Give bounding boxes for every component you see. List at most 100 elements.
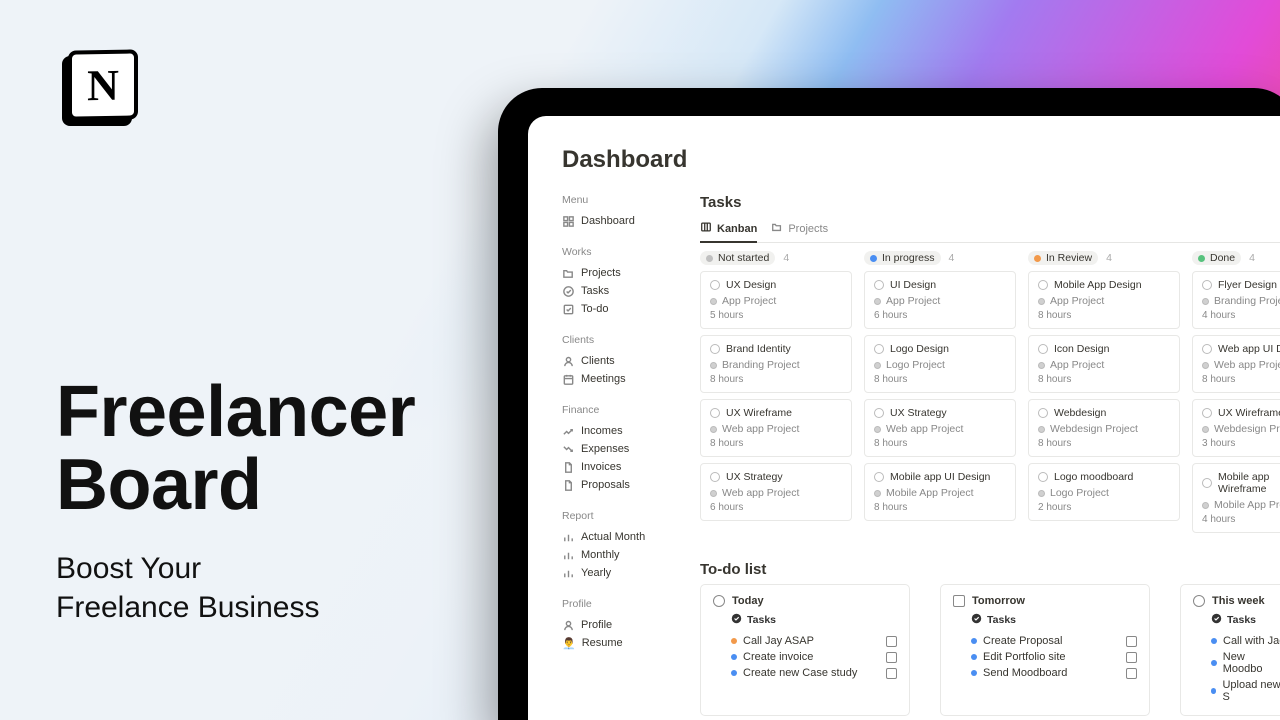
card-hours: 8 hours xyxy=(1202,374,1280,385)
todo-group-this-week[interactable]: This week Tasks Call with JacNew MoodboUpl… xyxy=(1180,584,1280,716)
todo-subheading: Tasks xyxy=(1193,613,1280,627)
task-radio-icon xyxy=(874,344,884,354)
todo-group-label: Today xyxy=(732,595,764,607)
todo-task[interactable]: Upload new S xyxy=(1193,677,1280,705)
checkbox-icon[interactable] xyxy=(886,652,897,663)
todo-group-today[interactable]: TodayTasksCall Jay ASAPCreate invoiceCre… xyxy=(700,584,910,716)
tab-projects[interactable]: Projects xyxy=(771,217,828,242)
project-dot-icon xyxy=(710,362,717,369)
kanban-card[interactable]: Flyer DesignBranding Project4 hours xyxy=(1192,271,1280,329)
sidebar-item-profile[interactable]: Profile xyxy=(562,616,660,634)
sidebar-item-dashboard[interactable]: Dashboard xyxy=(562,212,660,230)
kanban-card[interactable]: Logo DesignLogo Project8 hours xyxy=(864,335,1016,393)
task-radio-icon xyxy=(1202,344,1212,354)
todo-group-title: Today xyxy=(713,595,897,607)
status-badge: Not started xyxy=(700,251,775,265)
checkbox-icon[interactable] xyxy=(886,636,897,647)
kanban-card[interactable]: Mobile app UI DesignMobile App Project8 … xyxy=(864,463,1016,521)
card-project: Web app Project xyxy=(1214,359,1280,371)
sidebar-item-expenses[interactable]: Expenses xyxy=(562,440,660,458)
card-project: Web app Project xyxy=(722,487,799,499)
sidebar-item-label: Incomes xyxy=(581,425,623,437)
bar-chart-icon xyxy=(562,567,575,580)
card-project: Logo Project xyxy=(1050,487,1109,499)
kanban-card[interactable]: UX StrategyWeb app Project6 hours xyxy=(700,463,852,521)
sidebar-item-invoices[interactable]: Invoices xyxy=(562,458,660,476)
sidebar-item-to-do[interactable]: To-do xyxy=(562,300,660,318)
todo-group-tomorrow[interactable]: TomorrowTasksCreate ProposalEdit Portfol… xyxy=(940,584,1150,716)
todo-task[interactable]: Create invoice xyxy=(713,649,897,665)
kanban-card[interactable]: Icon DesignApp Project8 hours xyxy=(1028,335,1180,393)
tasks-heading: Tasks xyxy=(700,194,1280,211)
kanban-board: Not started4UX DesignApp Project5 hoursB… xyxy=(700,251,1280,539)
sidebar-item-yearly[interactable]: Yearly xyxy=(562,564,660,582)
card-hours: 8 hours xyxy=(874,502,1006,513)
column-header: Done4 xyxy=(1192,251,1280,265)
card-hours: 3 hours xyxy=(1202,438,1280,449)
bullet-icon xyxy=(731,654,737,660)
kanban-card[interactable]: Mobile App DesignApp Project8 hours xyxy=(1028,271,1180,329)
tasks-tabs: Kanban Projects xyxy=(700,217,1280,243)
kanban-card[interactable]: UX StrategyWeb app Project8 hours xyxy=(864,399,1016,457)
status-label: Done xyxy=(1210,252,1235,264)
checkbox-icon[interactable] xyxy=(1126,636,1137,647)
sidebar-item-projects[interactable]: Projects xyxy=(562,264,660,282)
page-title: Dashboard xyxy=(562,146,1280,174)
project-dot-icon xyxy=(1202,362,1209,369)
sidebar-item-tasks[interactable]: Tasks xyxy=(562,282,660,300)
todo-task[interactable]: Call Jay ASAP xyxy=(713,633,897,649)
sidebar-item-incomes[interactable]: Incomes xyxy=(562,422,660,440)
card-project: Web app Project xyxy=(722,423,799,435)
todo-task[interactable]: Edit Portfolio site xyxy=(953,649,1137,665)
kanban-card[interactable]: UX WireframeWeb app Project8 hours xyxy=(700,399,852,457)
todo-task[interactable]: Send Moodboard xyxy=(953,665,1137,681)
kanban-card[interactable]: UI DesignApp Project6 hours xyxy=(864,271,1016,329)
kanban-card[interactable]: Mobile app WireframeMobile App Project4 … xyxy=(1192,463,1280,533)
bullet-icon xyxy=(731,670,737,676)
todo-task[interactable]: New Moodbo xyxy=(1193,649,1280,677)
card-project: Webdesign Project xyxy=(1050,423,1138,435)
sidebar-item-clients[interactable]: Clients xyxy=(562,352,660,370)
sidebar-item-label: Monthly xyxy=(581,549,620,561)
sidebar-item-label: Tasks xyxy=(581,285,609,297)
user-icon xyxy=(562,619,575,632)
kanban-card[interactable]: UX WireframeWebdesign Project3 hours xyxy=(1192,399,1280,457)
project-dot-icon xyxy=(874,362,881,369)
kanban-card[interactable]: WebdesignWebdesign Project8 hours xyxy=(1028,399,1180,457)
card-project: Web app Project xyxy=(886,423,963,435)
card-title: UX Strategy xyxy=(726,471,783,483)
kanban-card[interactable]: Brand IdentityBranding Project8 hours xyxy=(700,335,852,393)
card-hours: 2 hours xyxy=(1038,502,1170,513)
tab-kanban[interactable]: Kanban xyxy=(700,217,757,242)
todo-task[interactable]: Create new Case study xyxy=(713,665,897,681)
kanban-card[interactable]: UX DesignApp Project5 hours xyxy=(700,271,852,329)
todo-task[interactable]: Call with Jac xyxy=(1193,633,1280,649)
todo-task[interactable]: Create Proposal xyxy=(953,633,1137,649)
card-project: App Project xyxy=(1050,359,1104,371)
sidebar-item-actual-month[interactable]: Actual Month xyxy=(562,528,660,546)
checkbox-icon[interactable] xyxy=(1126,668,1137,679)
card-title: Mobile app Wireframe xyxy=(1218,471,1280,495)
sidebar-item-meetings[interactable]: Meetings xyxy=(562,370,660,388)
sidebar-item-label: Projects xyxy=(581,267,621,279)
task-radio-icon xyxy=(1038,344,1048,354)
sidebar-item-monthly[interactable]: Monthly xyxy=(562,546,660,564)
project-dot-icon xyxy=(1038,426,1045,433)
checkbox-icon xyxy=(562,303,575,316)
emoji: 👨‍💼 xyxy=(562,637,576,650)
sidebar-item-resume[interactable]: 👨‍💼Resume xyxy=(562,634,660,652)
checkbox-icon[interactable] xyxy=(886,668,897,679)
circle-icon xyxy=(713,595,725,607)
kanban-column-done: Done4 Flyer DesignBranding Project4 hours… xyxy=(1192,251,1280,539)
todo-group-label: This week xyxy=(1212,595,1265,607)
todo-sub-label: Tasks xyxy=(987,614,1016,626)
task-radio-icon xyxy=(874,472,884,482)
status-badge: In Review xyxy=(1028,251,1098,265)
sidebar-item-proposals[interactable]: Proposals xyxy=(562,476,660,494)
checkbox-icon[interactable] xyxy=(1126,652,1137,663)
kanban-card[interactable]: Web app UI DesignWeb app Project8 hours xyxy=(1192,335,1280,393)
kanban-card[interactable]: Logo moodboardLogo Project2 hours xyxy=(1028,463,1180,521)
hero-text: Freelancer Board Boost Your Freelance Bu… xyxy=(56,376,415,627)
card-project: Branding Project xyxy=(722,359,800,371)
card-project: Mobile App Project xyxy=(1214,499,1280,511)
